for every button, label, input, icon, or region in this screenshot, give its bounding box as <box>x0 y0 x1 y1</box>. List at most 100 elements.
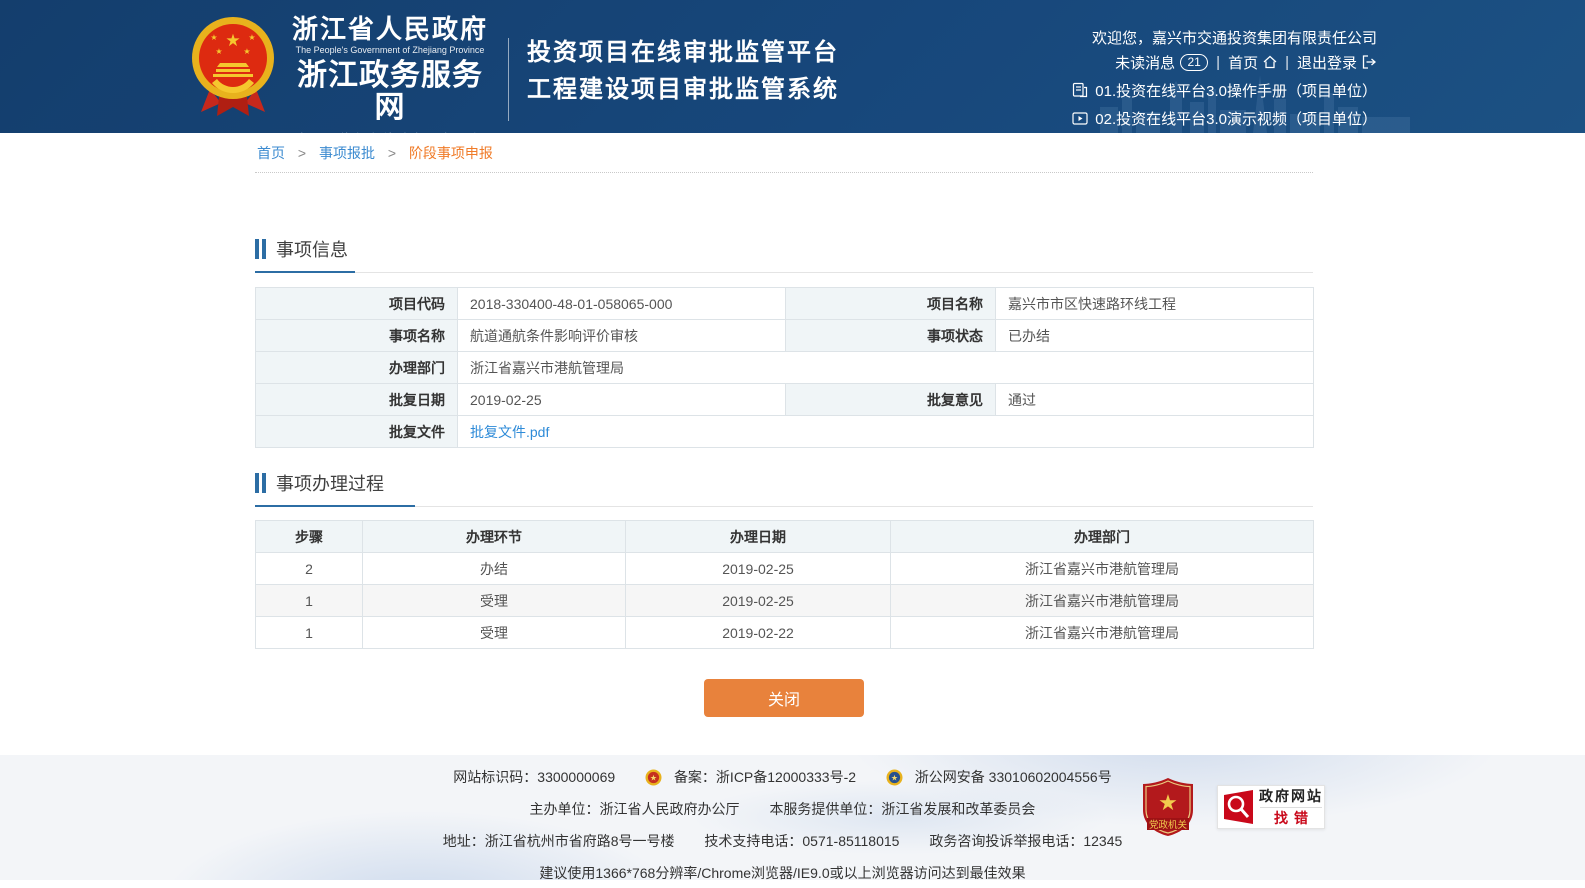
breadcrumb-item-reporting[interactable]: 事项报批 <box>319 145 375 161</box>
item-name-value: 航道通航条件影响评价审核 <box>458 320 786 352</box>
cell-date: 2019-02-22 <box>626 617 891 649</box>
tech-phone-text: 技术支持电话：0571-85118015 <box>704 833 899 849</box>
separator: | <box>1216 54 1220 71</box>
unread-count-badge[interactable]: 21 <box>1180 54 1208 71</box>
cell-stage: 受理 <box>363 617 626 649</box>
cell-dept: 浙江省嘉兴市港航管理局 <box>891 617 1314 649</box>
site-logo-text: 浙江省人民政府 The People's Government of Zheji… <box>286 16 494 133</box>
table-row: 批复日期 2019-02-25 批复意见 通过 <box>256 384 1314 416</box>
find-error-icon <box>1218 786 1258 828</box>
dept-value: 浙江省嘉兴市港航管理局 <box>458 352 1314 384</box>
unread-messages-link[interactable]: 未读消息 <box>1115 52 1175 73</box>
logout-link[interactable]: 退出登录 <box>1297 52 1357 73</box>
table-row: 1 受理 2019-02-22 浙江省嘉兴市港航管理局 <box>256 617 1314 649</box>
footer-line-3: 地址：浙江省杭州市省府路8号一号楼 技术支持电话：0571-85118015 政… <box>0 831 1565 851</box>
col-dept: 办理部门 <box>891 521 1314 553</box>
gov-name-cn: 浙江省人民政府 <box>286 16 494 44</box>
portal-name: 浙江政务服务网 <box>286 60 494 124</box>
browser-tip-text: 建议使用1366*768分辨率/Chrome浏览器/IE9.0或以上浏览器访问达… <box>539 865 1025 880</box>
approval-opinion-value: 通过 <box>996 384 1314 416</box>
cell-step: 1 <box>256 585 363 617</box>
video-icon <box>1072 112 1088 125</box>
manual-link[interactable]: 01.投资在线平台3.0操作手册（项目单位） <box>1095 80 1377 101</box>
welcome-line: 欢迎您，嘉兴市交通投资集团有限责任公司 <box>1072 27 1377 47</box>
cell-stage: 办结 <box>363 553 626 585</box>
close-button[interactable]: 关闭 <box>704 679 864 717</box>
footer: 网站标识码：3300000069 ★ 备案：浙ICP备12000333号-2 ★… <box>0 755 1585 880</box>
process-section-title: 事项办理过程 <box>276 470 384 496</box>
police-emblem-icon: ★ <box>886 769 903 786</box>
section-bars-icon <box>255 239 266 259</box>
item-info-table: 项目代码 2018-330400-48-01-058065-000 项目名称 嘉… <box>255 287 1314 448</box>
breadcrumb: 首页 > 事项报批 > 阶段事项申报 <box>255 133 1313 173</box>
cell-date: 2019-02-25 <box>626 553 891 585</box>
cell-date: 2019-02-25 <box>626 585 891 617</box>
police-record-link[interactable]: 浙公网安备 33010602004556号 <box>915 769 1112 785</box>
complaint-phone-text: 政务咨询投诉举报电话：12345 <box>929 833 1122 849</box>
platform-title-2: 工程建设项目审批监管系统 <box>527 72 839 107</box>
info-section-title: 事项信息 <box>276 236 348 262</box>
cell-dept: 浙江省嘉兴市港航管理局 <box>891 585 1314 617</box>
col-step: 步骤 <box>256 521 363 553</box>
table-row: 2 办结 2019-02-25 浙江省嘉兴市港航管理局 <box>256 553 1314 585</box>
table-row: 1 受理 2019-02-25 浙江省嘉兴市港航管理局 <box>256 585 1314 617</box>
gov-name-en: The People's Government of Zhejiang Prov… <box>286 45 494 55</box>
site-code-text: 网站标识码：3300000069 <box>453 769 615 785</box>
breadcrumb-current: 阶段事项申报 <box>409 145 493 161</box>
svg-text:★: ★ <box>1158 790 1178 815</box>
svg-text:★: ★ <box>225 31 240 50</box>
svg-text:★: ★ <box>891 774 898 783</box>
cell-step: 1 <box>256 617 363 649</box>
cell-step: 2 <box>256 553 363 585</box>
approval-file-cell: 批复文件.pdf <box>458 416 1314 448</box>
dept-label: 办理部门 <box>256 352 458 384</box>
process-table-header-row: 步骤 办理环节 办理日期 办理部门 <box>256 521 1314 553</box>
project-code-label: 项目代码 <box>256 288 458 320</box>
svg-text:★: ★ <box>210 33 217 42</box>
svg-text:★: ★ <box>215 47 222 56</box>
footer-line-2: 主办单位：浙江省人民政府办公厅 本服务提供单位：浙江省发展和改革委员会 <box>0 799 1565 819</box>
beian-emblem-icon: ★ <box>645 769 662 786</box>
project-name-label: 项目名称 <box>786 288 996 320</box>
icp-link[interactable]: 备案：浙ICP备12000333号-2 <box>674 769 856 785</box>
svg-text:★: ★ <box>243 47 250 56</box>
portal-subtitle: 全国一体化在线政务服务平台 <box>286 130 494 133</box>
find-error-badge[interactable]: 政府网站 找错 <box>1217 785 1325 829</box>
provider-text: 本服务提供单位：浙江省发展和改革委员会 <box>769 801 1035 817</box>
item-status-label: 事项状态 <box>786 320 996 352</box>
process-table: 步骤 办理环节 办理日期 办理部门 2 办结 2019-02-25 浙江省嘉兴市… <box>255 520 1314 649</box>
table-row: 项目代码 2018-330400-48-01-058065-000 项目名称 嘉… <box>256 288 1314 320</box>
approval-file-label: 批复文件 <box>256 416 458 448</box>
main-content: 事项信息 项目代码 2018-330400-48-01-058065-000 项… <box>255 236 1313 717</box>
breadcrumb-home[interactable]: 首页 <box>257 145 285 161</box>
svg-text:★: ★ <box>650 774 657 783</box>
col-stage: 办理环节 <box>363 521 626 553</box>
footer-line-4: 建议使用1366*768分辨率/Chrome浏览器/IE9.0或以上浏览器访问达… <box>0 863 1565 880</box>
item-status-value: 已办结 <box>996 320 1314 352</box>
party-badge-label: 党政机关 <box>1149 819 1188 831</box>
logout-icon[interactable] <box>1362 55 1377 69</box>
video-link-row: 02.投资在线平台3.0演示视频（项目单位） <box>1072 108 1377 128</box>
breadcrumb-separator: > <box>298 145 306 161</box>
table-row: 办理部门 浙江省嘉兴市港航管理局 <box>256 352 1314 384</box>
separator: | <box>1285 54 1289 71</box>
header-user-area: 欢迎您，嘉兴市交通投资集团有限责任公司 未读消息 21 | 首页 | 退出登录 <box>1072 27 1377 128</box>
footer-line-1: 网站标识码：3300000069 ★ 备案：浙ICP备12000333号-2 ★… <box>0 755 1565 787</box>
address-text: 地址：浙江省杭州市省府路8号一号楼 <box>443 833 675 849</box>
platform-title-1: 投资项目在线审批监管平台 <box>527 35 839 70</box>
process-section-header: 事项办理过程 <box>255 470 1313 507</box>
table-row: 事项名称 航道通航条件影响评价审核 事项状态 已办结 <box>256 320 1314 352</box>
party-gov-badge[interactable]: ★ 党政机关 <box>1141 777 1195 840</box>
approval-file-link[interactable]: 批复文件.pdf <box>470 424 549 440</box>
manual-icon <box>1072 82 1088 98</box>
find-error-text: 政府网站 找错 <box>1258 788 1324 827</box>
section-bars-icon <box>255 473 266 493</box>
home-icon[interactable] <box>1263 55 1277 69</box>
svg-text:★: ★ <box>248 33 255 42</box>
home-link[interactable]: 首页 <box>1228 52 1258 73</box>
user-links-line: 未读消息 21 | 首页 | 退出登录 <box>1072 52 1377 72</box>
approval-opinion-label: 批复意见 <box>786 384 996 416</box>
platform-titles: 投资项目在线审批监管平台 工程建设项目审批监管系统 <box>527 35 839 107</box>
video-link[interactable]: 02.投资在线平台3.0演示视频（项目单位） <box>1095 108 1377 129</box>
project-code-value: 2018-330400-48-01-058065-000 <box>458 288 786 320</box>
